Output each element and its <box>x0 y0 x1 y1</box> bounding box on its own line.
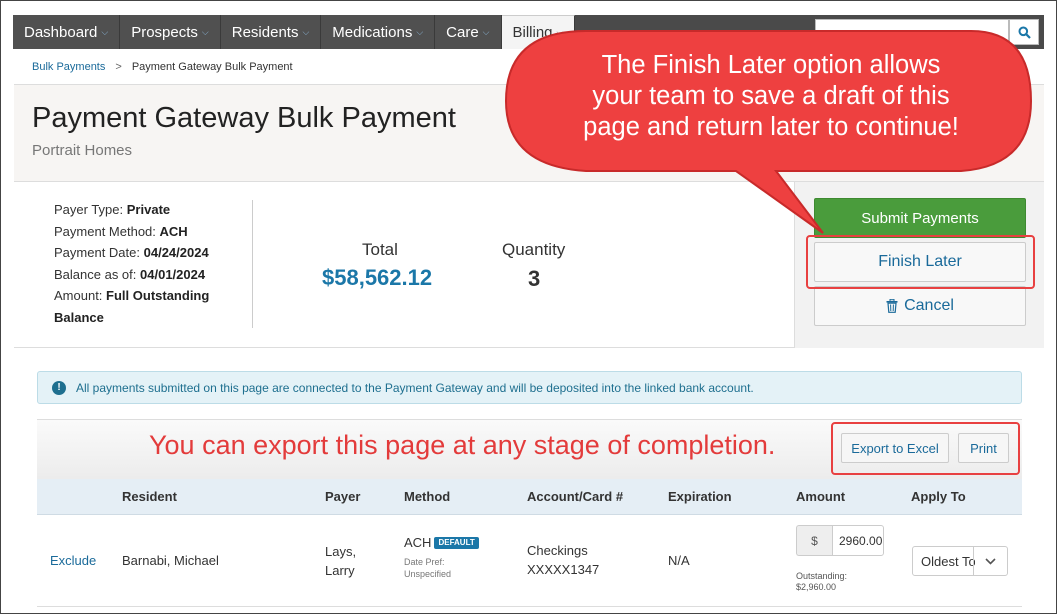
trash-icon <box>886 299 898 313</box>
account-number: XXXXX1347 <box>527 562 600 577</box>
export-highlight <box>831 422 1020 475</box>
account-cell: Checkings XXXXX1347 <box>527 541 599 579</box>
outstanding-amount: Outstanding: $2,960.00 <box>796 571 847 593</box>
outstanding-value: $2,960.00 <box>796 582 837 592</box>
amount-row: Amount: Full Outstanding <box>54 285 209 307</box>
app-window: Dashboard ⌵ Prospects ⌵ Residents ⌵ Medicat… <box>0 0 1057 614</box>
apply-to-value: Oldest To <box>921 553 975 569</box>
callout-line: The Finish Later option allows <box>601 51 941 79</box>
exclude-link[interactable]: Exclude <box>50 551 96 570</box>
finish-later-highlight <box>806 235 1035 289</box>
nav-label: Billing <box>512 24 553 41</box>
payer-name-line: Larry <box>325 563 355 578</box>
nav-care[interactable]: Care ⌵ <box>435 15 502 49</box>
payer-type-row: Payer Type: Private <box>54 199 209 221</box>
amount-label: Amount: <box>54 288 103 303</box>
chevron-down-icon: ⌵ <box>416 26 424 37</box>
payment-method-label: Payment Method: <box>54 223 156 239</box>
chevron-down-icon: ⌵ <box>556 27 564 37</box>
payer-type-label: Payer Type: <box>54 202 124 217</box>
search-button[interactable] <box>1009 19 1039 45</box>
info-alert: ! All payments submitted on this page ar… <box>37 371 1022 404</box>
payment-date-value: 04/24/2024 <box>143 245 209 260</box>
column-expiration[interactable]: Expiration <box>668 489 732 504</box>
amount-row-continued: Balance <box>54 307 209 329</box>
table-header: Resident Payer Method Account/Card # Exp… <box>37 479 1022 515</box>
amount-value-continued: Balance <box>54 309 104 325</box>
callout-line: page and return later to continue! <box>583 113 959 141</box>
nav-dashboard[interactable]: Dashboard ⌵ <box>13 15 121 49</box>
callout-text: The Finish Later option allows your team… <box>521 50 1021 143</box>
method-value: ACH <box>404 535 432 550</box>
total-label: Total <box>362 240 398 259</box>
breadcrumb-current: Payment Gateway Bulk Payment <box>131 60 293 73</box>
cancel-button[interactable]: Cancel <box>814 286 1026 326</box>
divider <box>252 200 253 328</box>
breadcrumb-separator: > <box>115 60 122 73</box>
info-icon: ! <box>52 380 66 395</box>
breadcrumb-bulk-payments[interactable]: Bulk Payments <box>32 61 105 73</box>
nav-label: Dashboard <box>24 23 98 41</box>
outstanding-label: Outstanding: <box>796 571 848 581</box>
callout-line: your team to save a draft of this <box>592 82 950 110</box>
column-resident[interactable]: Resident <box>122 489 177 504</box>
payer-type-value: Private <box>126 202 171 217</box>
quantity-label: Quantity <box>502 240 566 259</box>
chevron-down-icon: ⌵ <box>201 26 209 37</box>
nav-prospects[interactable]: Prospects ⌵ <box>120 15 221 49</box>
column-account[interactable]: Account/Card # <box>527 489 623 504</box>
table-row: Exclude Barnabi, Michael Lays, Larry ACH… <box>37 515 1022 607</box>
submit-payments-button[interactable]: Submit Payments <box>814 198 1026 238</box>
quantity-value: 3 <box>528 266 541 291</box>
nav-medications[interactable]: Medications ⌵ <box>321 15 436 49</box>
search-input[interactable] <box>815 19 1009 45</box>
chevron-down-icon: ⌵ <box>101 26 109 37</box>
apply-to-select[interactable]: Oldest To <box>912 546 1008 576</box>
main-nav: Dashboard ⌵ Prospects ⌵ Residents ⌵ Medicat… <box>13 15 1044 49</box>
nav-label: Care <box>446 23 479 41</box>
balance-date-value: 04/01/2024 <box>140 266 206 282</box>
payment-method-row: Payment Method: ACH <box>54 221 209 243</box>
date-pref-label: Date Pref: <box>404 557 445 567</box>
resident-name: Barnabi, Michael <box>122 553 219 568</box>
payment-date-row: Payment Date: 04/24/2024 <box>54 242 209 264</box>
nav-residents[interactable]: Residents ⌵ <box>220 15 322 49</box>
cancel-label: Cancel <box>904 297 954 314</box>
payment-date-label: Payment Date: <box>54 245 140 260</box>
currency-prefix: $ <box>796 525 832 556</box>
column-payer[interactable]: Payer <box>325 489 360 504</box>
column-amount[interactable]: Amount <box>796 489 845 504</box>
payment-details: Payer Type: Private Payment Method: ACH … <box>54 199 209 328</box>
date-pref-value: Unspecified <box>404 569 452 579</box>
chevron-down-icon: ⌵ <box>482 26 490 37</box>
payment-method-value: ACH <box>159 223 188 239</box>
nav-label: Medications <box>332 23 413 41</box>
page-title: Payment Gateway Bulk Payment <box>32 102 456 134</box>
account-type: Checkings <box>527 543 588 558</box>
search-icon <box>1018 26 1031 39</box>
amount-input[interactable]: 2960.00 <box>832 525 884 556</box>
payment-method-cell: ACH DEFAULT Date Pref: Unspecified <box>404 533 479 580</box>
nav-label: Prospects <box>131 23 198 41</box>
nav-label: Residents <box>231 23 299 41</box>
page-subtitle: Portrait Homes <box>32 142 133 159</box>
chevron-down-icon <box>973 547 1007 575</box>
payer-name: Lays, Larry <box>325 542 356 580</box>
balance-date-label: Balance as of: <box>54 266 137 282</box>
column-method[interactable]: Method <box>404 489 450 504</box>
total-value: $58,562.12 <box>322 265 433 290</box>
column-apply-to[interactable]: Apply To <box>911 489 966 504</box>
default-badge: DEFAULT <box>434 537 479 549</box>
chevron-down-icon: ⌵ <box>302 26 310 37</box>
export-annotation: You can export this page at any stage of… <box>149 430 776 460</box>
amount-value: Full Outstanding <box>106 288 210 303</box>
payer-name-line: Lays, <box>325 544 357 559</box>
balance-date-row: Balance as of: 04/01/2024 <box>54 264 209 286</box>
alert-text: All payments submitted on this page are … <box>76 380 754 395</box>
nav-billing[interactable]: Billing ⌵ <box>501 15 576 49</box>
expiration-value: N/A <box>668 553 690 568</box>
